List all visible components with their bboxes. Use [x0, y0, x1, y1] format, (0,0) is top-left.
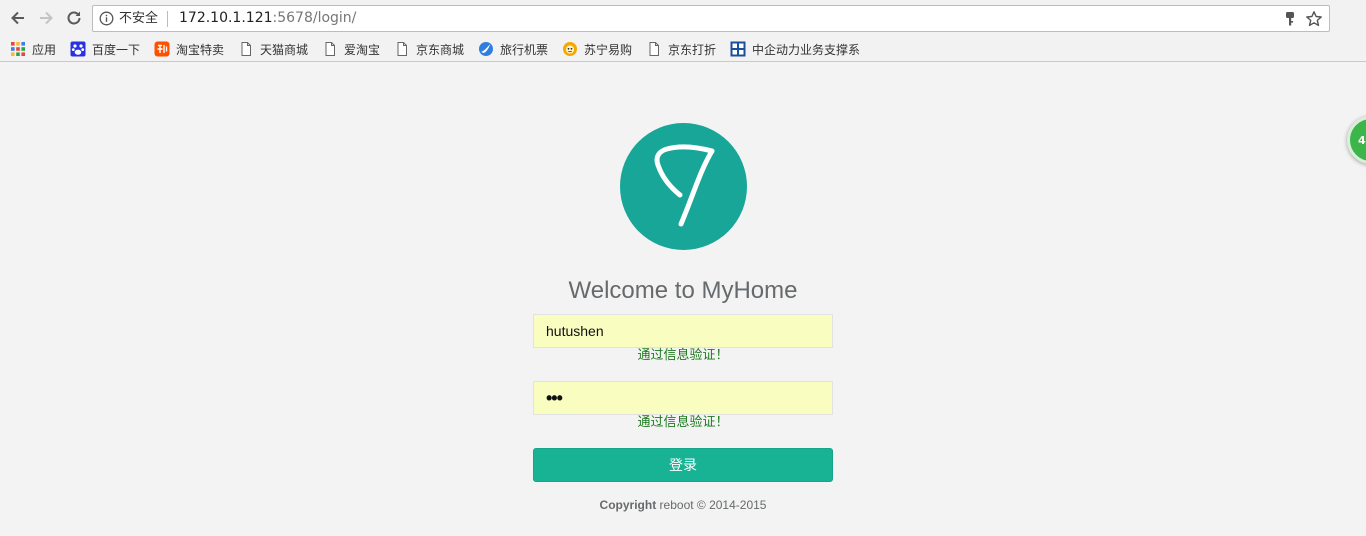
- welcome-heading: Welcome to MyHome: [568, 277, 798, 304]
- app-tile-icon: [730, 41, 746, 57]
- bookmark-label: 天猫商城: [260, 42, 309, 57]
- bookmark-ce-dongli[interactable]: 中企动力业务支撑系: [730, 39, 860, 59]
- bookmark-star-icon[interactable]: [1305, 10, 1323, 28]
- taobao-icon: [154, 41, 170, 57]
- bookmark-apps[interactable]: 应用: [10, 39, 56, 59]
- floating-widget-badge[interactable]: 44: [1347, 116, 1366, 164]
- bookmark-label: 旅行机票: [500, 42, 549, 57]
- arrow-right-icon: [40, 11, 53, 25]
- logo-glyph-icon: [654, 144, 715, 227]
- forward-button[interactable]: [36, 8, 56, 28]
- copyright-footer: Copyright reboot © 2014-2015: [483, 498, 883, 513]
- login-button[interactable]: 登录: [533, 448, 833, 482]
- info-icon[interactable]: [99, 11, 114, 26]
- password-input[interactable]: [533, 381, 833, 415]
- omnibox-divider: [167, 11, 168, 27]
- floating-widget-count: 44: [1358, 134, 1366, 147]
- bookmark-label: 百度一下: [92, 42, 141, 57]
- back-button[interactable]: [8, 8, 28, 28]
- bookmark-label: 中企动力业务支撑系: [752, 42, 861, 57]
- travel-icon: [478, 41, 494, 57]
- username-input[interactable]: [533, 314, 833, 348]
- key-icon[interactable]: [1283, 11, 1297, 27]
- copyright-text: reboot © 2014-2015: [659, 498, 767, 512]
- bookmark-label: 应用: [32, 42, 57, 57]
- bookmark-tmall[interactable]: 天猫商城: [238, 39, 308, 59]
- baidu-paw-icon: [70, 41, 86, 57]
- bookmark-ai-taobao[interactable]: 爱淘宝: [322, 39, 380, 59]
- url-path: :5678/login/: [272, 10, 357, 26]
- bookmark-taobao-sale[interactable]: 淘宝特卖: [154, 39, 224, 59]
- bookmark-travel[interactable]: 旅行机票: [478, 39, 548, 59]
- url-host: 172.10.1.121: [179, 10, 273, 26]
- reload-button[interactable]: [64, 8, 84, 28]
- username-validation-message: 通过信息验证！: [637, 348, 729, 363]
- bookmark-jd-discount[interactable]: 京东打折: [646, 39, 716, 59]
- bookmark-suning[interactable]: 苏宁易购: [562, 39, 632, 59]
- bookmark-jd[interactable]: 京东商城: [394, 39, 464, 59]
- bookmark-label: 淘宝特卖: [176, 42, 225, 57]
- bookmark-label: 苏宁易购: [584, 42, 633, 57]
- page-icon: [322, 41, 338, 57]
- myhome-logo: [620, 123, 747, 250]
- page-icon: [394, 41, 410, 57]
- security-label[interactable]: 不安全: [119, 10, 158, 27]
- bookmark-label: 京东商城: [416, 42, 465, 57]
- arrow-left-icon: [11, 11, 24, 25]
- bookmark-label: 爱淘宝: [344, 42, 381, 57]
- browser-toolbar: 不安全 172.10.1.121:5678/login/: [0, 0, 1366, 36]
- bookmarks-bar: 应用 百度一下 淘宝特卖 天猫商城 爱淘宝 京东商城 旅行机票 苏宁易购 京东打…: [0, 36, 1366, 62]
- bookmark-label: 京东打折: [668, 42, 717, 57]
- reload-icon: [67, 11, 81, 25]
- copyright-label: Copyright: [599, 498, 657, 512]
- page-icon: [238, 41, 254, 57]
- suning-icon: [562, 41, 578, 57]
- address-bar[interactable]: 不安全 172.10.1.121:5678/login/: [92, 5, 1330, 32]
- apps-grid-icon: [10, 41, 26, 57]
- url-text[interactable]: 172.10.1.121:5678/login/: [179, 9, 356, 28]
- password-validation-message: 通过信息验证！: [637, 415, 729, 430]
- bookmark-baidu[interactable]: 百度一下: [70, 39, 140, 59]
- page-icon: [646, 41, 662, 57]
